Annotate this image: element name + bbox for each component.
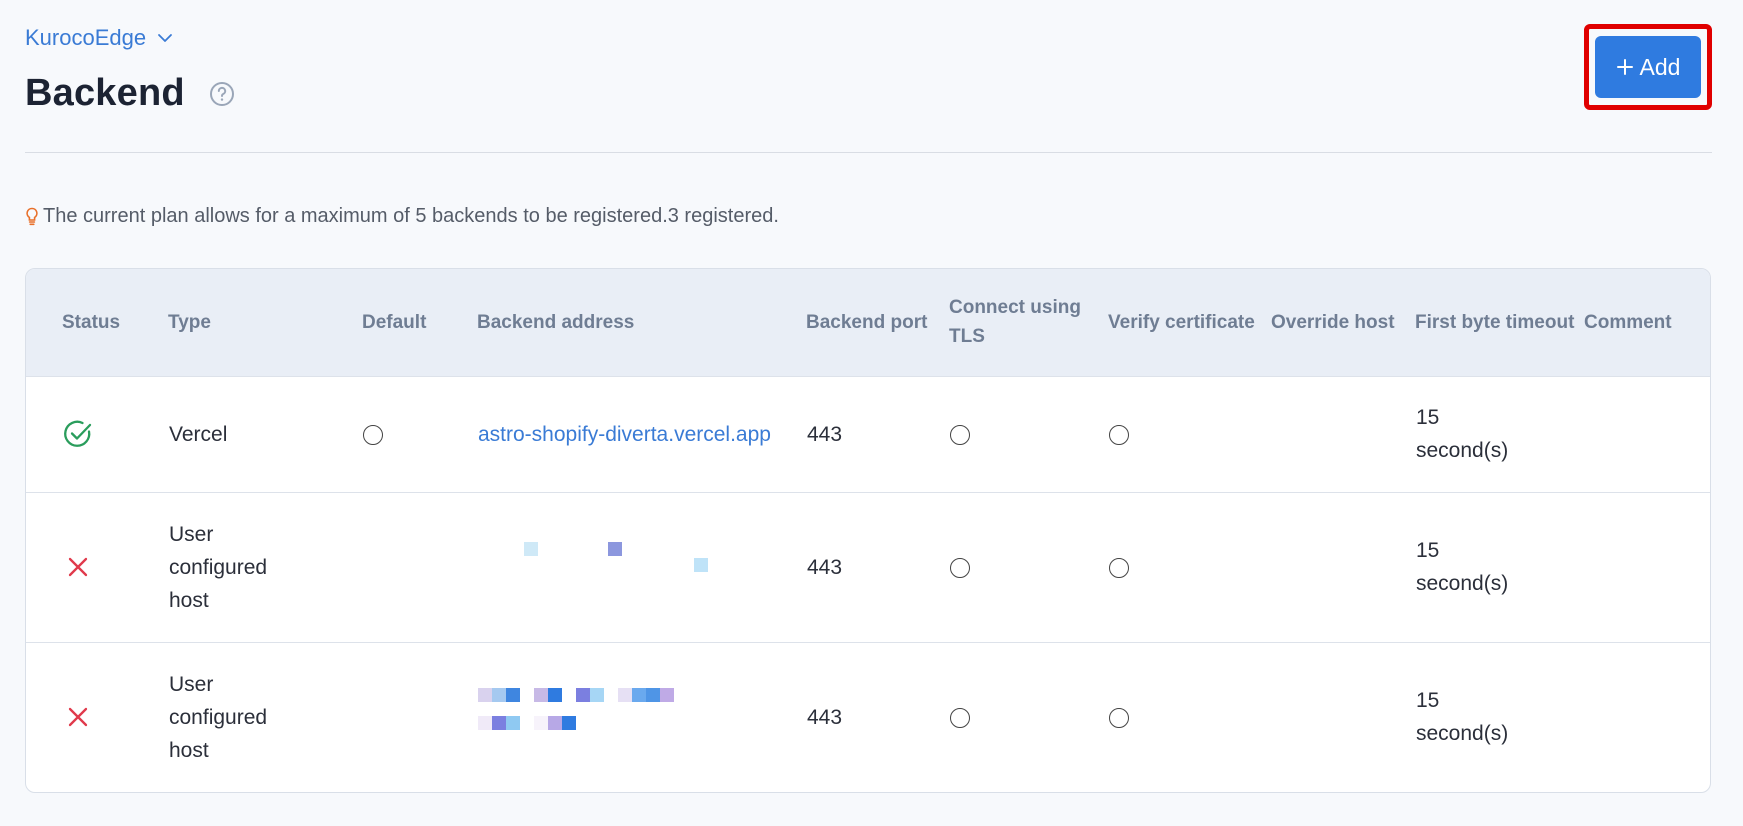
address-cell [477, 641, 806, 792]
verify-cell [1108, 375, 1271, 492]
col-override-host: Override host [1271, 311, 1395, 333]
breadcrumb-label[interactable]: KurocoEdge [25, 25, 146, 51]
status-cell [26, 641, 168, 792]
col-default: Default [362, 311, 427, 333]
port-cell: 443 [806, 375, 949, 492]
col-connect-tls: Connect using TLS [949, 297, 1081, 348]
tls-radio[interactable] [950, 424, 970, 445]
override-cell [1271, 641, 1415, 792]
col-backend-address: Backend address [477, 311, 635, 333]
col-comment: Comment [1584, 311, 1672, 333]
type-cell: User configured host [168, 641, 362, 792]
col-first-byte-timeout: First byte timeout [1415, 311, 1575, 333]
add-button[interactable]: Add [1595, 36, 1701, 98]
tls-cell [949, 641, 1108, 792]
chevron-down-icon[interactable] [156, 29, 174, 47]
comment-cell [1584, 641, 1710, 792]
col-type: Type [168, 311, 211, 333]
timeout-value: 15 second(s) [1416, 406, 1509, 462]
default-radio[interactable] [363, 424, 383, 445]
status-cell [26, 491, 168, 642]
backend-table: Status Type Default Backend address Back… [25, 268, 1711, 793]
verify-radio[interactable] [1109, 424, 1129, 445]
default-cell [362, 491, 477, 642]
title-row: Backend [25, 72, 235, 115]
default-cell [362, 641, 477, 792]
col-verify-certificate: Verify certificate [1108, 311, 1255, 333]
col-backend-port: Backend port [806, 311, 928, 333]
notice-text: The current plan allows for a maximum of… [43, 205, 779, 227]
tls-radio[interactable] [950, 708, 970, 729]
address-cell [477, 491, 806, 642]
redacted-address [478, 682, 805, 752]
verify-radio[interactable] [1109, 557, 1129, 578]
type-cell: User configured host [168, 491, 362, 642]
plus-icon [1616, 59, 1633, 75]
backend-address-link[interactable]: astro-shopify-diverta.vercel.app [478, 423, 771, 446]
question-circle-icon[interactable] [209, 81, 235, 107]
header-divider [25, 152, 1712, 153]
tls-cell [949, 375, 1108, 492]
table-row[interactable]: Vercel astro-shopify-diverta.vercel.app … [26, 375, 1710, 492]
verify-cell [1108, 491, 1271, 642]
comment-cell [1584, 375, 1710, 492]
add-button-highlight: Add [1584, 24, 1712, 110]
type-value: User configured host [169, 522, 268, 612]
page-title: Backend [25, 72, 185, 114]
check-circle-icon [64, 420, 92, 447]
timeout-cell: 15 second(s) [1415, 491, 1584, 642]
override-cell [1271, 375, 1415, 492]
tls-radio[interactable] [950, 557, 970, 578]
plan-notice: The current plan allows for a maximum of… [25, 205, 779, 228]
status-cell [26, 375, 168, 492]
type-cell: Vercel [168, 375, 362, 492]
default-cell [362, 375, 477, 492]
timeout-cell: 15 second(s) [1415, 375, 1584, 492]
address-cell: astro-shopify-diverta.vercel.app [477, 375, 806, 492]
lightbulb-icon [26, 207, 38, 225]
table-row[interactable]: User configured host 443 15 second(s) [26, 641, 1710, 792]
verify-cell [1108, 641, 1271, 792]
table-row[interactable]: User configured host 443 15 second(s) [26, 491, 1710, 642]
type-value: User configured host [169, 672, 268, 762]
timeout-cell: 15 second(s) [1415, 641, 1584, 792]
timeout-value: 15 second(s) [1416, 689, 1509, 746]
breadcrumb[interactable]: KurocoEdge [25, 25, 174, 51]
add-button-label: Add [1639, 53, 1681, 80]
table-header-row: Status Type Default Backend address Back… [26, 269, 1710, 376]
comment-cell [1584, 491, 1710, 642]
verify-radio[interactable] [1109, 708, 1129, 729]
col-status: Status [62, 311, 121, 333]
tls-cell [949, 491, 1108, 642]
x-mark-icon [68, 557, 88, 577]
x-mark-icon [68, 708, 88, 727]
port-cell: 443 [806, 641, 949, 792]
override-cell [1271, 491, 1415, 642]
timeout-value: 15 second(s) [1416, 539, 1509, 595]
redacted-address [478, 532, 805, 602]
port-cell: 443 [806, 491, 949, 642]
